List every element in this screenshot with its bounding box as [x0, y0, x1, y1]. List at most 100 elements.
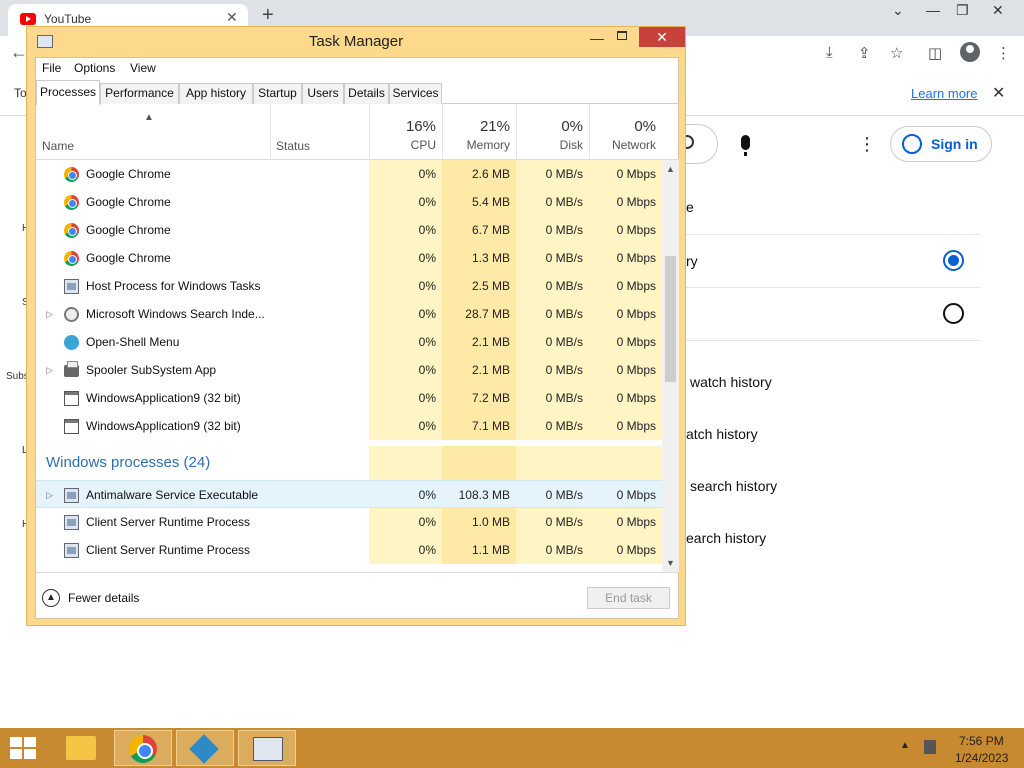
column-network[interactable]: 0% Network	[589, 104, 662, 160]
history-option[interactable]: earch history	[686, 530, 766, 546]
profile-avatar-icon[interactable]	[960, 42, 980, 62]
cubes-app-icon	[189, 734, 219, 764]
microphone-icon[interactable]	[741, 135, 750, 156]
maximize-button[interactable]	[617, 31, 627, 40]
process-row[interactable]: Client Server Runtime Process 0% 1.1 MB 0 M…	[36, 536, 662, 564]
taskbar-file-explorer[interactable]	[52, 730, 110, 766]
browser-close-button[interactable]: ✕	[992, 2, 1004, 19]
menu-view[interactable]: View	[130, 61, 156, 75]
process-row[interactable]: ▷ Antimalware Service Executable 0% 108.3 M…	[36, 480, 662, 508]
menu-options[interactable]: Options	[74, 61, 115, 75]
disk-label: Disk	[559, 138, 583, 152]
task-manager-content: File Options View Processes Performance …	[35, 57, 680, 620]
collapse-chevron-icon[interactable]: ▲	[42, 589, 60, 607]
install-app-icon[interactable]: ⤓	[826, 44, 833, 61]
tab-details[interactable]: Details	[344, 83, 389, 104]
tab-users[interactable]: Users	[302, 83, 344, 104]
column-disk[interactable]: 0% Disk	[516, 104, 589, 160]
scroll-thumb[interactable]	[665, 256, 676, 382]
window-app-icon	[64, 419, 79, 434]
windows-taskbar: ▲ 7:56 PM 1/24/2023	[0, 728, 1024, 768]
minimize-button[interactable]: —	[590, 30, 604, 46]
process-row[interactable]: WindowsApplication9 (32 bit) 0% 7.2 MB 0 MB…	[36, 384, 662, 412]
process-row[interactable]: Host Process for Windows Tasks 0% 2.5 MB 0 …	[36, 272, 662, 300]
process-row[interactable]: Google Chrome 0% 6.7 MB 0 MB/s 0 Mbps	[36, 216, 662, 244]
process-row[interactable]: Google Chrome 0% 2.6 MB 0 MB/s 0 Mbps	[36, 160, 662, 188]
column-status[interactable]: Status	[276, 139, 310, 153]
tab-search-icon[interactable]: ⌄	[892, 2, 904, 19]
process-row[interactable]: Google Chrome 0% 1.3 MB 0 MB/s 0 Mbps	[36, 244, 662, 272]
expand-arrow-icon[interactable]: ▷	[46, 356, 53, 384]
network-tray-icon[interactable]	[924, 740, 936, 754]
browser-menu-icon[interactable]: ⋮	[996, 44, 1011, 62]
expand-arrow-icon[interactable]: ▷	[46, 481, 53, 509]
group-header-row[interactable]: Windows processes (24)	[36, 446, 662, 480]
memory-value: 2.6 MB	[442, 160, 516, 188]
cpu-value: 0%	[369, 300, 442, 328]
share-icon[interactable]: ⇪	[858, 44, 871, 62]
history-option[interactable]: atch history	[686, 426, 758, 442]
show-hidden-icons-icon[interactable]: ▲	[900, 740, 910, 751]
clock-time[interactable]: 7:56 PM	[959, 734, 1004, 748]
browser-minimize-button[interactable]: —	[926, 2, 940, 18]
radio-selected[interactable]	[943, 250, 964, 271]
column-memory[interactable]: 21% Memory	[442, 104, 516, 160]
learn-more-link[interactable]: Learn more	[911, 86, 977, 101]
close-button[interactable]: ✕	[639, 27, 685, 47]
process-name: WindowsApplication9 (32 bit)	[86, 419, 241, 433]
disk-total: 0%	[561, 118, 583, 135]
expand-arrow-icon[interactable]: ▷	[46, 300, 53, 328]
process-row[interactable]: Open-Shell Menu 0% 2.1 MB 0 MB/s 0 Mbps	[36, 328, 662, 356]
clock-date[interactable]: 1/24/2023	[955, 751, 1008, 765]
browser-restore-button[interactable]: ❐	[956, 2, 969, 19]
tab-performance[interactable]: Performance	[100, 83, 179, 104]
start-windows-icon[interactable]	[10, 737, 38, 761]
taskbar-task-manager[interactable]	[238, 730, 296, 766]
disk-value: 0 MB/s	[516, 244, 589, 272]
bookmark-star-icon[interactable]: ☆	[890, 44, 903, 62]
taskbar-app[interactable]	[176, 730, 234, 766]
network-value: 0 Mbps	[589, 412, 662, 440]
disk-value: 0 MB/s	[516, 412, 589, 440]
process-row[interactable]: ▷ Spooler SubSystem App 0% 2.1 MB 0 MB/s 0 Mb…	[36, 356, 662, 384]
network-value: 0 Mbps	[589, 536, 662, 564]
notice-close-icon[interactable]: ✕	[992, 83, 1005, 103]
window-title: Task Manager	[308, 33, 404, 50]
menu-file[interactable]: File	[42, 61, 61, 75]
column-cpu[interactable]: 16% CPU	[369, 104, 442, 160]
taskbar-chrome[interactable]	[114, 730, 172, 766]
history-option[interactable]: search history	[690, 478, 777, 494]
notice-text-fragment: To	[14, 86, 27, 100]
network-total: 0%	[634, 118, 656, 135]
vertical-scrollbar[interactable]: ▲ ▼	[662, 160, 679, 572]
footer-bar: ▲ Fewer details End task	[36, 572, 678, 620]
tab-app-history[interactable]: App history	[179, 83, 253, 104]
tab-close-icon[interactable]: ✕	[226, 9, 238, 26]
scroll-up-icon[interactable]: ▲	[666, 164, 675, 174]
cpu-value: 0%	[369, 412, 442, 440]
process-row[interactable]: Client Server Runtime Process 0% 1.0 MB 0 M…	[36, 508, 662, 536]
menu-bar: File Options View	[36, 58, 678, 78]
scroll-down-icon[interactable]: ▼	[666, 558, 675, 568]
cpu-value: 0%	[369, 160, 442, 188]
side-panel-icon[interactable]: ◫	[928, 44, 942, 62]
radio-unselected[interactable]	[943, 303, 964, 324]
settings-text-fragment: ry	[686, 253, 698, 269]
memory-value: 6.7 MB	[442, 216, 516, 244]
process-name: Google Chrome	[86, 251, 171, 265]
fewer-details-link[interactable]: Fewer details	[68, 591, 139, 605]
tab-startup[interactable]: Startup	[253, 83, 302, 104]
sign-in-button[interactable]: Sign in	[890, 126, 992, 162]
column-name[interactable]: Name	[42, 139, 74, 153]
tab-services[interactable]: Services	[389, 83, 442, 104]
account-icon	[902, 134, 922, 154]
process-row[interactable]: WindowsApplication9 (32 bit) 0% 7.1 MB 0 MB…	[36, 412, 662, 440]
more-options-icon[interactable]: ⋮	[858, 134, 876, 155]
process-row[interactable]: Google Chrome 0% 5.4 MB 0 MB/s 0 Mbps	[36, 188, 662, 216]
youtube-logo-icon	[20, 13, 36, 25]
end-task-button[interactable]: End task	[587, 587, 670, 609]
process-row[interactable]: ▷ Microsoft Windows Search Inde... 0% 28.7 …	[36, 300, 662, 328]
history-option[interactable]: watch history	[690, 374, 772, 390]
tab-processes[interactable]: Processes	[36, 80, 100, 105]
new-tab-button[interactable]: +	[262, 4, 274, 27]
